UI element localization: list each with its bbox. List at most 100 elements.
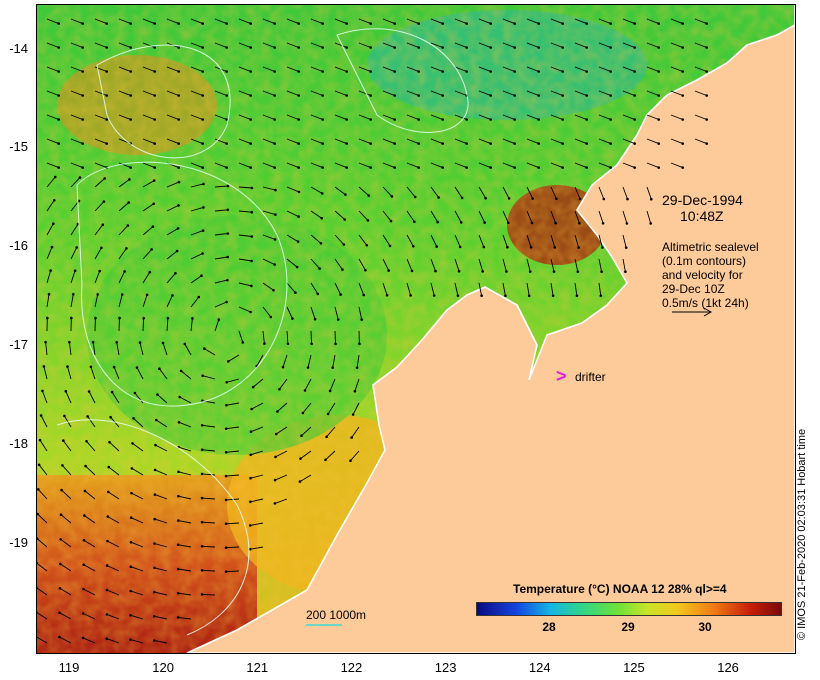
velocity-arrow-head — [42, 365, 46, 368]
velocity-arrow-head — [585, 94, 588, 97]
velocity-arrow-head — [345, 46, 349, 49]
velocity-arrow-head — [465, 22, 469, 25]
velocity-arrow-head — [201, 70, 204, 73]
velocity-arrow-head — [202, 182, 205, 186]
velocity-arrow-head — [66, 365, 69, 368]
velocity-arrow-head — [681, 166, 684, 169]
velocity-arrow-head — [417, 46, 421, 49]
velocity-arrow-head — [142, 316, 145, 320]
velocity-arrow-head — [633, 118, 636, 121]
velocity-arrow-head — [657, 70, 660, 73]
velocity-arrow-head — [489, 94, 493, 97]
velocity-arrow-head — [249, 94, 252, 97]
velocity-arrow-head — [319, 242, 323, 245]
velocity-arrow-head — [313, 317, 317, 321]
velocity-arrow-head — [225, 381, 228, 384]
velocity-arrow-head — [200, 496, 204, 500]
velocity-arrow-head — [250, 259, 253, 263]
velocity-arrow-head — [153, 493, 157, 496]
lat-tick-label: -16 — [9, 238, 28, 254]
velocity-arrow-head — [393, 70, 397, 73]
velocity-arrow-head — [138, 341, 142, 344]
velocity-arrow-head — [129, 540, 133, 544]
velocity-arrow-head — [171, 294, 174, 297]
velocity-arrow-head — [633, 46, 636, 49]
velocity-arrow-head — [153, 46, 156, 49]
image-time: 10:48Z — [680, 208, 724, 224]
velocity-arrow-head — [129, 166, 132, 169]
velocity-arrow-head — [297, 166, 301, 169]
velocity-arrow-head — [130, 491, 133, 495]
velocity-arrow-head — [489, 142, 493, 145]
velocity-arrow-head — [129, 614, 132, 617]
lon-tick-label: 121 — [246, 660, 269, 675]
velocity-arrow-head — [513, 70, 516, 73]
velocity-arrow-head — [633, 166, 636, 169]
velocity-arrow-head — [177, 470, 180, 474]
velocity-arrow-head — [57, 22, 60, 25]
velocity-arrow-head — [200, 545, 204, 548]
velocity-arrow-head — [297, 22, 301, 25]
velocity-arrow-head — [176, 543, 180, 547]
velocity-arrow-head — [531, 197, 534, 200]
velocity-arrow-head — [585, 70, 588, 73]
velocity-arrow-head — [135, 366, 139, 369]
velocity-arrow-head — [457, 270, 461, 273]
velocity-arrow-head — [150, 248, 153, 251]
velocity-arrow-head — [273, 238, 277, 241]
velocity-arrow-head — [201, 118, 204, 121]
reference-velocity-arrow-icon — [672, 307, 713, 317]
velocity-arrow-head — [537, 142, 540, 145]
velocity-arrow-head — [57, 46, 60, 49]
velocity-arrow-head — [552, 270, 556, 273]
velocity-arrow-head — [409, 294, 412, 297]
velocity-arrow-head — [81, 166, 84, 169]
velocity-arrow-head — [441, 142, 445, 145]
velocity-arrow-head — [81, 46, 84, 49]
velocity-arrow-head — [705, 70, 708, 73]
velocity-arrow-head — [105, 613, 109, 616]
velocity-arrow-head — [561, 22, 564, 25]
velocity-arrow-head — [657, 142, 660, 145]
velocity-arrow-head — [578, 221, 581, 225]
velocity-arrow-head — [273, 46, 276, 49]
velocity-arrow-head — [369, 46, 373, 49]
velocity-arrow-head — [81, 142, 84, 145]
velocity-arrow-head — [300, 434, 303, 438]
velocity-arrow-head — [58, 562, 62, 566]
velocity-arrow-head — [369, 94, 373, 97]
velocity-arrow-head — [624, 246, 628, 249]
velocity-arrow-head — [53, 175, 57, 179]
velocity-arrow-head — [349, 459, 352, 463]
velocity-arrow-head — [561, 94, 564, 97]
velocity-arrow-head — [537, 166, 540, 169]
velocity-arrow-head — [148, 270, 152, 274]
velocity-arrow-head — [326, 412, 330, 416]
velocity-arrow-head — [201, 94, 204, 97]
velocity-arrow-head — [118, 316, 121, 320]
velocity-arrow-head — [249, 430, 253, 434]
velocity-arrow-head — [432, 294, 436, 297]
velocity-arrow-head — [321, 118, 325, 121]
velocity-arrow-head — [465, 166, 469, 169]
velocity-arrow-head — [465, 118, 469, 121]
sst-map[interactable] — [36, 4, 796, 654]
lat-tick-label: -14 — [9, 40, 28, 56]
velocity-arrow-head — [355, 366, 359, 370]
lat-tick-label: -17 — [9, 337, 28, 353]
velocity-arrow-head — [70, 316, 73, 320]
velocity-arrow-head — [342, 243, 346, 246]
velocity-arrow-head — [201, 46, 204, 49]
velocity-arrow-head — [364, 268, 367, 272]
velocity-arrow-head — [57, 94, 60, 97]
velocity-arrow-head — [273, 263, 276, 266]
velocity-arrow-head — [324, 458, 327, 462]
velocity-arrow-head — [153, 468, 157, 472]
velocity-arrow-head — [153, 166, 156, 169]
velocity-arrow-head — [609, 46, 612, 49]
velocity-arrow-head — [85, 440, 88, 443]
velocity-arrow-head — [64, 389, 68, 393]
velocity-arrow-head — [480, 294, 483, 298]
velocity-arrow-head — [465, 142, 469, 145]
velocity-arrow-head — [176, 567, 180, 571]
